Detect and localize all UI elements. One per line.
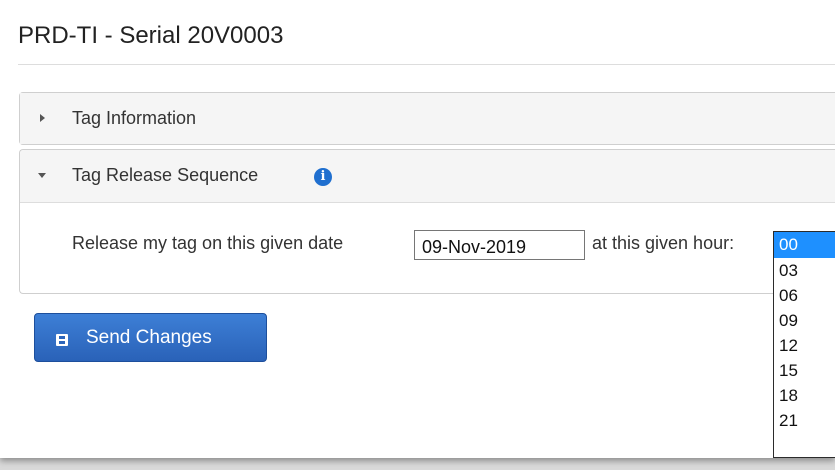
hour-option-06[interactable]: 06 bbox=[774, 283, 835, 308]
release-hour-label: at this given hour: bbox=[592, 233, 735, 253]
info-icon[interactable]: i bbox=[314, 168, 332, 186]
send-changes-button[interactable]: Send Changes bbox=[34, 313, 267, 362]
tag-release-panel: Tag Release Sequence i Release my tag on… bbox=[19, 149, 835, 294]
hour-select-list[interactable]: 00 03 06 09 12 15 18 21 bbox=[773, 231, 835, 458]
hour-option-03[interactable]: 03 bbox=[774, 258, 835, 283]
caret-right-icon bbox=[40, 114, 45, 122]
title-divider bbox=[18, 64, 835, 65]
page: PRD-TI - Serial 20V0003 Tag Information … bbox=[0, 0, 835, 458]
tag-information-toggle[interactable]: Tag Information bbox=[20, 93, 835, 144]
hour-option-18[interactable]: 18 bbox=[774, 383, 835, 408]
tag-release-label: Tag Release Sequence bbox=[72, 165, 259, 185]
release-date-input[interactable] bbox=[414, 230, 585, 260]
hour-option-00[interactable]: 00 bbox=[774, 232, 835, 258]
hour-option-15[interactable]: 15 bbox=[774, 358, 835, 383]
floppy-disk-icon bbox=[56, 334, 68, 346]
tag-information-panel: Tag Information bbox=[19, 92, 835, 145]
caret-down-icon bbox=[38, 173, 46, 178]
page-title: PRD-TI - Serial 20V0003 bbox=[18, 22, 284, 49]
tag-release-toggle[interactable]: Tag Release Sequence i bbox=[20, 150, 835, 203]
hour-option-09[interactable]: 09 bbox=[774, 308, 835, 333]
send-changes-label: Send Changes bbox=[86, 327, 212, 348]
hour-option-21[interactable]: 21 bbox=[774, 408, 835, 433]
release-date-label: Release my tag on this given date bbox=[72, 233, 344, 253]
tag-information-label: Tag Information bbox=[72, 108, 197, 128]
hour-option-12[interactable]: 12 bbox=[774, 333, 835, 358]
